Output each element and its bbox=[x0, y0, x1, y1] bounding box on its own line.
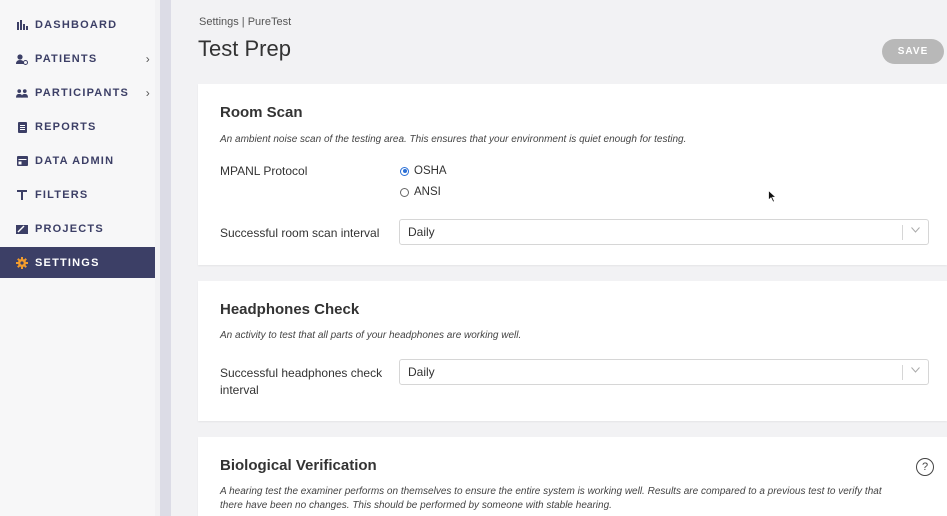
headphones-check-card: Headphones Check An activity to test tha… bbox=[198, 281, 947, 421]
filter-icon bbox=[16, 189, 28, 201]
sidebar-item-label: PROJECTS bbox=[35, 223, 104, 235]
select-value: Daily bbox=[408, 365, 435, 379]
sidebar-item-filters[interactable]: FILTERS bbox=[0, 180, 155, 210]
headphones-interval-label: Successful headphones check bbox=[220, 366, 383, 380]
sidebar-item-label: PARTICIPANTS bbox=[35, 87, 130, 99]
sidebar-item-data-admin[interactable]: DATA ADMIN bbox=[0, 146, 155, 176]
sidebar-item-label: PATIENTS bbox=[35, 53, 98, 65]
bar-chart-icon bbox=[16, 19, 28, 31]
breadcrumb[interactable]: Settings | PureTest bbox=[199, 16, 291, 28]
section-title: Room Scan bbox=[220, 104, 303, 121]
headphones-interval-label-cont: interval bbox=[220, 383, 259, 397]
radio-option-ansi[interactable]: ANSI bbox=[400, 186, 441, 198]
sidebar-item-label: DATA ADMIN bbox=[35, 155, 115, 167]
patients-icon bbox=[16, 53, 28, 65]
section-description: A hearing test the examiner performs on … bbox=[220, 486, 882, 497]
participants-icon bbox=[16, 87, 28, 99]
sidebar-item-participants[interactable]: PARTICIPANTS › bbox=[0, 78, 155, 108]
room-scan-interval-label: Successful room scan interval bbox=[220, 226, 380, 240]
sidebar-item-label: DASHBOARD bbox=[35, 19, 118, 31]
radio-label: ANSI bbox=[414, 186, 441, 198]
radio-option-osha[interactable]: OSHA bbox=[400, 165, 447, 177]
sidebar-item-label: FILTERS bbox=[35, 189, 89, 201]
sidebar-item-label: REPORTS bbox=[35, 121, 97, 133]
sidebar-item-reports[interactable]: REPORTS bbox=[0, 112, 155, 142]
section-title: Headphones Check bbox=[220, 301, 360, 318]
section-title: Biological Verification bbox=[220, 457, 377, 474]
sidebar: DASHBOARD PATIENTS › PARTICIPANTS › REPO… bbox=[0, 0, 162, 516]
radio-label: OSHA bbox=[414, 165, 447, 177]
section-description: An ambient noise scan of the testing are… bbox=[220, 134, 687, 145]
save-button[interactable]: SAVE bbox=[882, 39, 944, 64]
mouse-cursor-icon bbox=[768, 189, 778, 208]
headphones-interval-select[interactable]: Daily bbox=[399, 359, 929, 385]
radio-selected-icon[interactable] bbox=[400, 166, 409, 176]
gear-icon bbox=[16, 256, 28, 269]
select-divider bbox=[902, 365, 903, 380]
projects-icon bbox=[16, 223, 28, 235]
mpanl-protocol-label: MPANL Protocol bbox=[220, 164, 308, 178]
biological-verification-card: Biological Verification ? A hearing test… bbox=[198, 437, 947, 516]
report-icon bbox=[16, 121, 28, 133]
sidebar-item-projects[interactable]: PROJECTS bbox=[0, 214, 155, 244]
section-description-cont: there have been no changes. This should … bbox=[220, 500, 612, 511]
data-admin-icon bbox=[16, 155, 28, 167]
room-scan-card: Room Scan An ambient noise scan of the t… bbox=[198, 84, 947, 265]
sidebar-scrollbar[interactable] bbox=[160, 0, 171, 516]
help-icon[interactable]: ? bbox=[916, 458, 934, 476]
sidebar-item-patients[interactable]: PATIENTS › bbox=[0, 44, 155, 74]
room-scan-interval-select[interactable]: Daily bbox=[399, 219, 929, 245]
chevron-down-icon[interactable] bbox=[911, 365, 920, 375]
chevron-down-icon[interactable] bbox=[911, 225, 920, 235]
sidebar-item-label: SETTINGS bbox=[35, 256, 100, 269]
radio-unselected-icon[interactable] bbox=[400, 187, 409, 197]
select-divider bbox=[902, 225, 903, 240]
section-description: An activity to test that all parts of yo… bbox=[220, 330, 522, 341]
chevron-right-icon[interactable]: › bbox=[146, 52, 151, 66]
sidebar-item-dashboard[interactable]: DASHBOARD bbox=[0, 10, 155, 40]
sidebar-item-settings[interactable]: SETTINGS bbox=[0, 247, 162, 278]
chevron-right-icon[interactable]: › bbox=[146, 86, 151, 100]
select-value: Daily bbox=[408, 225, 435, 239]
page-title: Test Prep bbox=[198, 36, 291, 61]
